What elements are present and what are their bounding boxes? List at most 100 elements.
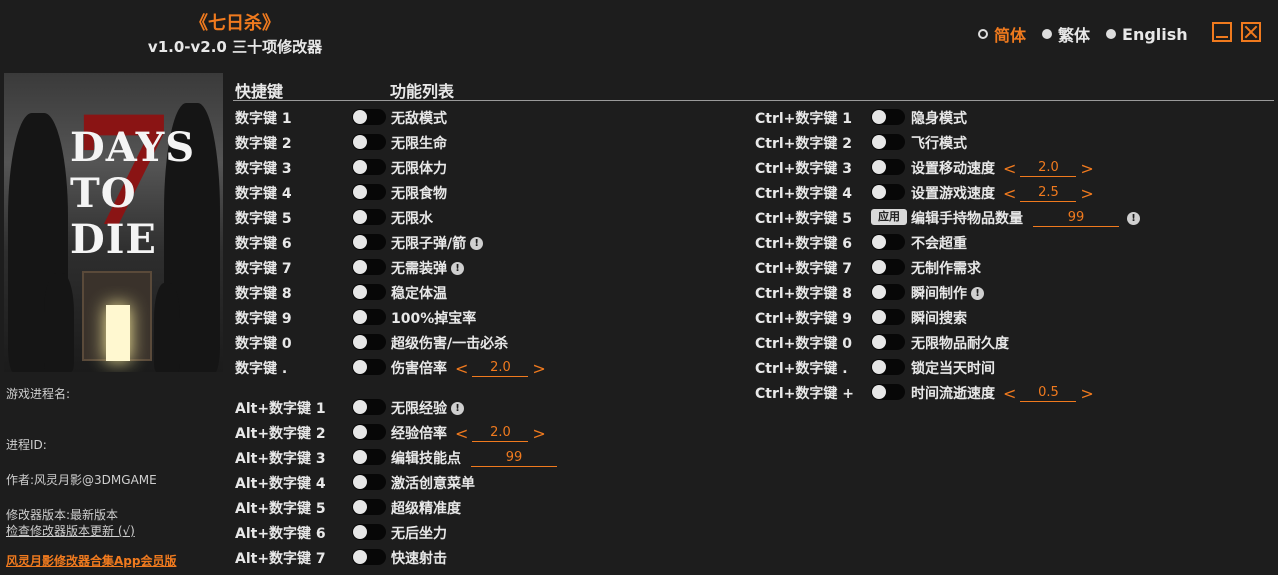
increase-arrow[interactable]: >: [1080, 159, 1093, 178]
decrease-arrow[interactable]: <: [1003, 184, 1016, 203]
cheat-toggle[interactable]: [352, 449, 386, 465]
hotkey-label: Alt+数字键 6: [235, 526, 326, 542]
lang-english[interactable]: English: [1106, 25, 1188, 44]
cheat-toggle[interactable]: [352, 474, 386, 490]
cheat-toggle[interactable]: [352, 134, 386, 150]
cheat-toggle[interactable]: [871, 309, 905, 325]
cheat-label: 无限生命: [391, 136, 447, 152]
author-info: 作者:风灵月影@3DMGAME: [6, 473, 157, 487]
cheat-toggle[interactable]: [871, 359, 905, 375]
minimize-button[interactable]: [1212, 22, 1232, 42]
apply-button[interactable]: 应用: [871, 209, 907, 225]
cheat-toggle[interactable]: [871, 134, 905, 150]
cheat-label: 瞬间制作: [911, 286, 967, 302]
toggle-knob: [353, 310, 367, 324]
cheat-toggle[interactable]: [352, 259, 386, 275]
cheat-row: 数字键 8 稳定体温: [235, 280, 755, 304]
value-input[interactable]: 2.5: [1020, 185, 1077, 202]
value-input[interactable]: 0.5: [1020, 385, 1077, 402]
decrease-arrow[interactable]: <: [455, 424, 468, 443]
cheat-label-wrap: 无限物品耐久度: [911, 333, 1009, 353]
cheat-toggle[interactable]: [352, 399, 386, 415]
cheat-toggle[interactable]: [352, 109, 386, 125]
value-input[interactable]: 99: [471, 450, 557, 467]
value-input[interactable]: 99: [1033, 210, 1119, 227]
cheat-label: 无限物品耐久度: [911, 336, 1009, 352]
cheat-label: 伤害倍率: [391, 361, 447, 377]
warning-icon[interactable]: !: [451, 261, 464, 275]
check-update-link[interactable]: 检查修改器版本更新 (√): [6, 523, 135, 539]
cheat-toggle[interactable]: [352, 184, 386, 200]
cheat-toggle[interactable]: [871, 384, 905, 400]
hotkey-label: Alt+数字键 4: [235, 476, 326, 492]
cheat-toggle[interactable]: [871, 284, 905, 300]
increase-arrow[interactable]: >: [1080, 184, 1093, 203]
lang-traditional[interactable]: 繁体: [1042, 22, 1090, 46]
hotkey-label: Ctrl+数字键 +: [755, 386, 855, 402]
lang-simplified[interactable]: 简体: [978, 22, 1026, 46]
value-input[interactable]: 2.0: [472, 425, 529, 442]
cheat-row: 数字键 7 无需装弹!: [235, 255, 755, 279]
cheat-toggle[interactable]: [352, 209, 386, 225]
decrease-arrow[interactable]: <: [455, 359, 468, 378]
cheat-row: 数字键 5 无限水: [235, 205, 755, 229]
app-member-link[interactable]: 风灵月影修改器合集App会员版: [6, 552, 176, 569]
cheat-toggle[interactable]: [352, 159, 386, 175]
lang-label: English: [1122, 24, 1188, 44]
cheat-toggle[interactable]: [352, 499, 386, 515]
cheat-label: 无后坐力: [391, 526, 447, 542]
increase-arrow[interactable]: >: [1080, 384, 1093, 403]
cheat-label: 飞行模式: [911, 136, 967, 152]
cheat-label: 时间流逝速度: [911, 386, 995, 402]
cheat-toggle[interactable]: [352, 359, 386, 375]
cheat-toggle[interactable]: [352, 234, 386, 250]
hotkey-label: Ctrl+数字键 6: [755, 236, 853, 252]
hotkey-label: 数字键 2: [235, 136, 292, 152]
increase-arrow[interactable]: >: [532, 424, 545, 443]
cheat-toggle[interactable]: [352, 284, 386, 300]
cheat-toggle[interactable]: [352, 524, 386, 540]
cheat-row: Ctrl+数字键 4 设置游戏速度 <2.5 >: [755, 180, 1275, 204]
cheat-toggle[interactable]: [871, 109, 905, 125]
cheat-toggle[interactable]: [871, 334, 905, 350]
header-divider: [233, 100, 1274, 101]
decrease-arrow[interactable]: <: [1003, 384, 1016, 403]
warning-icon[interactable]: !: [470, 236, 484, 250]
toggle-knob: [353, 135, 367, 149]
cheat-row: Alt+数字键 4 激活创意菜单: [235, 470, 755, 494]
hotkey-label: Ctrl+数字键 7: [755, 261, 853, 277]
cheat-toggle[interactable]: [871, 259, 905, 275]
cheat-label-wrap: 编辑技能点 99: [391, 448, 561, 468]
close-button[interactable]: [1241, 22, 1261, 42]
cheat-row: Ctrl+数字键 8 瞬间制作!: [755, 280, 1275, 304]
cheat-label: 快速射击: [391, 551, 447, 567]
warning-icon[interactable]: !: [451, 401, 464, 415]
hotkey-label: 数字键 4: [235, 186, 292, 202]
cheat-label-wrap: 设置游戏速度 <2.5 >: [911, 183, 1094, 203]
cheat-label-wrap: 激活创意菜单: [391, 473, 475, 493]
increase-arrow[interactable]: >: [532, 359, 545, 378]
cheat-toggle[interactable]: [352, 424, 386, 440]
cheat-toggle[interactable]: [871, 159, 905, 175]
cheat-toggle[interactable]: [352, 334, 386, 350]
cheat-label: 锁定当天时间: [911, 361, 995, 377]
cheat-toggle[interactable]: [871, 234, 905, 250]
cheat-row: Alt+数字键 7 快速射击: [235, 545, 755, 569]
cheat-toggle[interactable]: [352, 309, 386, 325]
value-input[interactable]: 2.0: [472, 360, 529, 377]
warning-icon[interactable]: !: [971, 286, 984, 300]
toggle-knob: [353, 360, 367, 374]
hotkey-label: Ctrl+数字键 0: [755, 336, 853, 352]
cheat-toggle[interactable]: [871, 184, 905, 200]
cheat-label-wrap: 锁定当天时间: [911, 358, 995, 378]
cheat-label-wrap: 瞬间制作!: [911, 283, 984, 303]
features-column-header: 功能列表: [390, 82, 455, 101]
toggle-knob: [353, 475, 367, 489]
hotkey-label: 数字键 3: [235, 161, 292, 177]
warning-icon[interactable]: !: [1127, 211, 1140, 225]
cheat-toggle[interactable]: [352, 549, 386, 565]
hotkey-label: Alt+数字键 7: [235, 551, 326, 567]
decrease-arrow[interactable]: <: [1003, 159, 1016, 178]
value-input[interactable]: 2.0: [1020, 160, 1077, 177]
toggle-knob: [872, 110, 886, 124]
